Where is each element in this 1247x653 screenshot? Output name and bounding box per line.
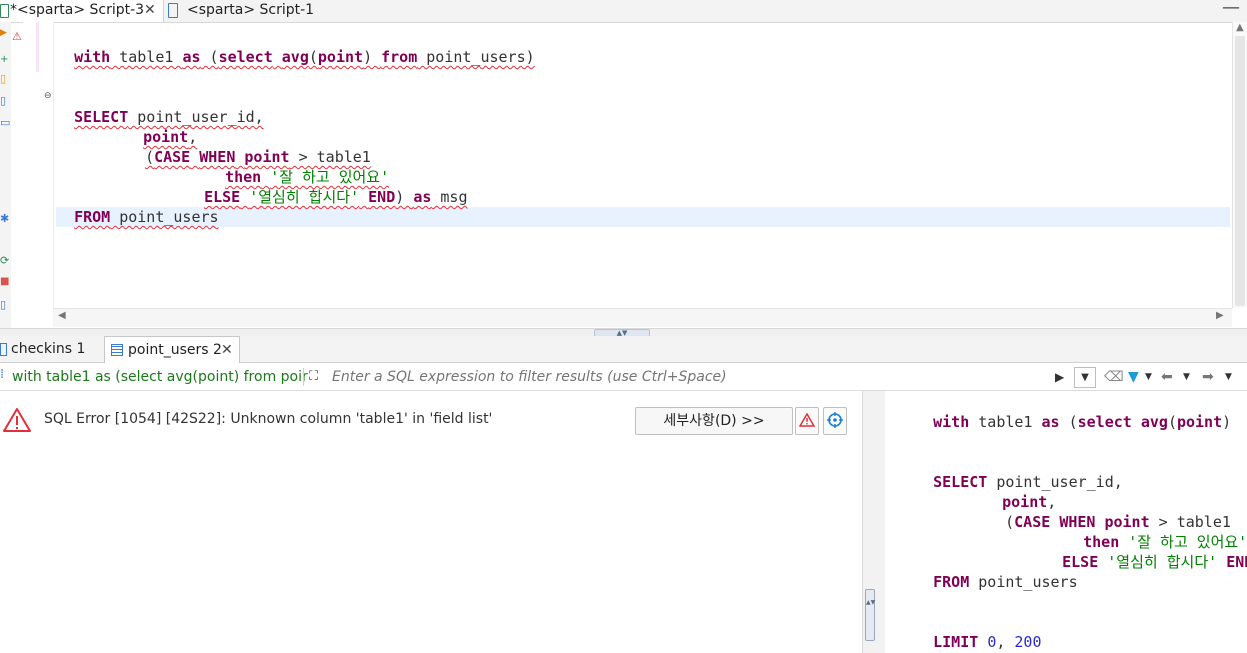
minimize-icon[interactable]: —	[1222, 0, 1240, 18]
current-line-highlight	[56, 207, 1230, 227]
scroll-left-icon[interactable]: ◀	[58, 310, 66, 321]
scroll-up-icon[interactable]: ▲	[1236, 22, 1244, 33]
tab-label: *<sparta> Script-3	[10, 2, 145, 18]
error-marker-icon: ⚠	[12, 30, 22, 43]
clear-filter-icon[interactable]: ⌫	[1104, 366, 1124, 388]
add-icon[interactable]: +	[0, 54, 8, 65]
warning-triangle-icon	[3, 408, 31, 432]
left-toolbar: ▶ + ▯ ▯ ▭ ✱ ⟳ ■ ▯	[0, 22, 11, 328]
forward-arrow-icon[interactable]: ➡	[1202, 366, 1214, 388]
code-line-2[interactable]: SELECT point_user_id,	[56, 87, 264, 126]
code-line-5[interactable]: then '잘 하고 있어요'	[207, 147, 389, 186]
table-icon	[111, 344, 123, 356]
panel-divider[interactable]: ▲▼	[862, 391, 886, 653]
error-panel: SQL Error [1054] [42S22]: Unknown column…	[0, 391, 862, 653]
refresh-icon[interactable]: ⟳	[0, 254, 9, 267]
back-arrow-icon[interactable]: ⬅	[1161, 366, 1173, 388]
tab-checkins-1[interactable]: checkins 1	[0, 336, 100, 362]
filter-icon[interactable]: ▼	[1128, 366, 1139, 388]
script-file-icon	[0, 4, 9, 18]
scroll-thumb[interactable]	[1235, 36, 1245, 306]
details-button[interactable]: 세부사항(D) >>	[635, 407, 793, 435]
tab-label: <sparta> Script-1	[187, 2, 315, 18]
sql-line-7: FROM point_users	[933, 573, 1078, 591]
sql-line-2: SELECT point_user_id,	[933, 473, 1123, 491]
separator	[303, 368, 304, 386]
sql-line-6: ELSE '열심히 합시다' END	[1062, 553, 1247, 571]
chevron-down-icon[interactable]: ▼	[1183, 366, 1190, 388]
sql-line-8: LIMIT 0, 200	[933, 633, 1042, 651]
panel-icon[interactable]: ▭	[0, 116, 10, 129]
crosshair-icon	[827, 412, 843, 428]
filter-history-dropdown[interactable]: ▼	[1074, 367, 1096, 388]
change-marker	[36, 22, 39, 72]
error-log-button[interactable]	[795, 407, 819, 435]
tab-label: point_users 2	[128, 342, 222, 358]
apply-filter-icon[interactable]: ▶	[1055, 366, 1064, 388]
sql-line-3: point,	[1002, 493, 1057, 511]
close-icon[interactable]: ✕	[221, 337, 233, 363]
editor-vertical-scrollbar[interactable]: ▲	[1232, 22, 1247, 308]
tab-script-1[interactable]: <sparta> Script-1	[168, 0, 318, 22]
chevron-down-icon[interactable]: ▼	[1225, 366, 1232, 388]
execute-icon[interactable]: ▶	[0, 28, 7, 38]
editor-tab-bar: *<sparta> Script-3 ✕ <sparta> Script-1 —	[0, 0, 1247, 23]
tab-label: checkins 1	[11, 341, 86, 357]
code-line-4[interactable]: (CASE WHEN point > table1	[127, 127, 371, 166]
file-icon[interactable]: ▯	[0, 94, 6, 107]
sql-line-1: with table1 as (select avg(point)	[933, 413, 1232, 431]
expand-icon[interactable]: ⛶	[309, 365, 318, 389]
sql-line-5: then '잘 하고 있어요'	[1083, 533, 1247, 551]
fold-icon[interactable]: ⊖	[44, 91, 52, 101]
tab-script-3[interactable]: *<sparta> Script-3 ✕	[0, 0, 164, 22]
results-tab-bar: checkins 1 point_users 2 ✕	[0, 336, 1247, 363]
search-solution-button[interactable]	[823, 407, 847, 435]
results-filter-bar: ⁞ with table1 as (select avg(point) from…	[0, 365, 1247, 391]
code-line-3[interactable]: point,	[125, 107, 197, 146]
code-line-7[interactable]: FROM point_users	[56, 187, 219, 226]
transaction-icon[interactable]: ▯	[0, 72, 6, 85]
sql-preview-panel: with table1 as (select avg(point) SELECT…	[885, 391, 1247, 653]
sql-line-4: (CASE WHEN point > table1	[1005, 513, 1231, 531]
close-icon[interactable]: ✕	[144, 0, 156, 20]
chevron-down-icon[interactable]: ▼	[1145, 366, 1152, 388]
table-icon	[0, 343, 7, 356]
error-message: SQL Error [1054] [42S22]: Unknown column…	[44, 411, 493, 427]
lock-icon[interactable]: ■	[0, 276, 9, 287]
filter-input[interactable]	[328, 366, 1058, 387]
settings-icon[interactable]: ✱	[0, 212, 9, 225]
script-file-icon	[168, 3, 178, 18]
query-icon: ⁞	[0, 367, 5, 382]
warning-icon	[798, 412, 816, 427]
document-icon[interactable]: ▯	[0, 298, 6, 311]
divider-handle-icon[interactable]: ▲▼	[865, 589, 875, 641]
tab-point-users-2[interactable]: point_users 2 ✕	[104, 336, 240, 363]
editor-horizontal-scrollbar[interactable]: ◀ ▶	[53, 308, 1232, 327]
scroll-right-icon[interactable]: ▶	[1216, 310, 1224, 321]
active-query-label[interactable]: with table1 as (select avg(point) from p…	[12, 365, 308, 390]
code-line-1[interactable]: with table1 as (select avg(point) from p…	[56, 27, 535, 66]
code-line-6[interactable]: ELSE '열심히 합시다' END) as msg	[186, 167, 467, 206]
